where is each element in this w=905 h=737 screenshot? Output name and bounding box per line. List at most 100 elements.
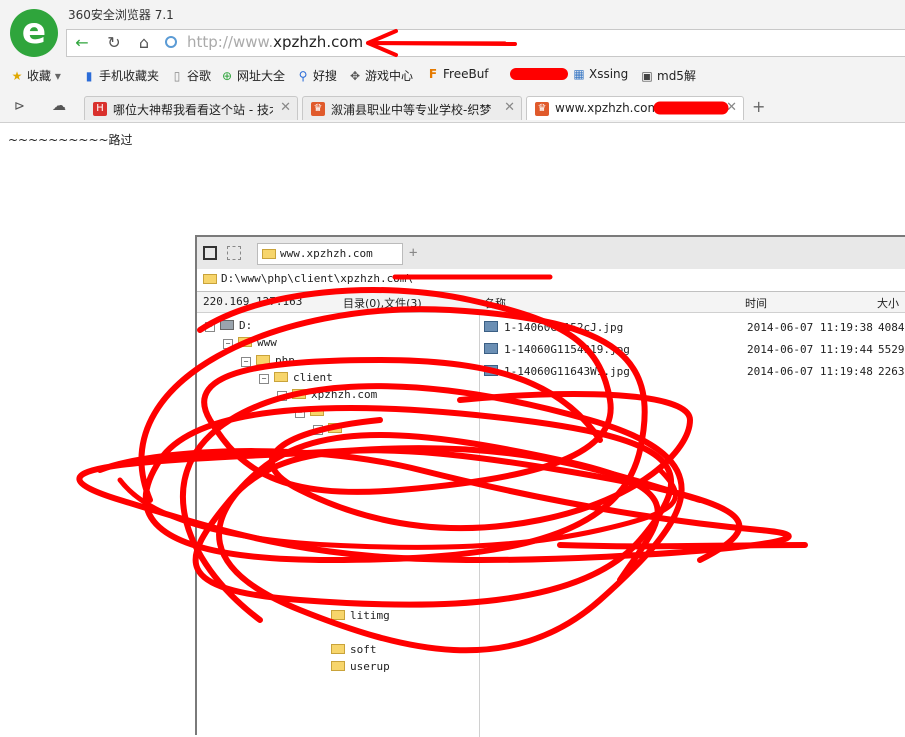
url-prefix: http://www. [187, 33, 274, 51]
file-size: 55291 [878, 343, 905, 356]
tab-strip: ⊳ ☁ H 哪位大神帮我看看这个站 - 技术 ✕ ♛ 溆浦县职业中等专业学校-织… [0, 94, 905, 122]
collapse-icon[interactable]: − [259, 374, 269, 384]
tree-node-label: soft [350, 643, 377, 656]
select-icon [227, 246, 241, 260]
folder-icon [256, 355, 270, 365]
file-name: 1-14060G1152cJ.jpg [504, 321, 624, 334]
close-icon[interactable]: ✕ [726, 100, 737, 115]
new-tab-plus-icon[interactable]: + [752, 97, 765, 116]
window-title: 360安全浏览器 7.1 [68, 8, 174, 22]
file-size: 22630 [878, 365, 905, 378]
collapse-icon[interactable]: − [223, 339, 233, 349]
page-body-text: ~~~~~~~~~~路过 [8, 133, 133, 147]
folder-icon [331, 644, 345, 654]
folder-icon [262, 249, 276, 259]
page-icon: ▯ [173, 69, 181, 83]
folder-icon [328, 423, 342, 433]
tab-1[interactable]: H 哪位大神帮我看看这个站 - 技术 ✕ [84, 96, 298, 120]
bookmark-freebuf[interactable]: F FreeBuf [426, 67, 489, 81]
collapse-icon[interactable]: − [205, 322, 215, 332]
file-row[interactable]: 1-14060G1154919.jpg 2014-06-07 11:19:44 55… [484, 343, 905, 356]
collapse-icon[interactable]: − [241, 357, 251, 367]
address-bar[interactable]: http://www.xpzhzh.com [187, 33, 363, 51]
image-file-icon [484, 343, 498, 354]
back-arrow-icon[interactable]: ← [69, 30, 95, 56]
chevron-down-icon[interactable]: ▾ [55, 69, 61, 83]
home-icon[interactable]: ⌂ [131, 30, 157, 56]
bookmark-mobile[interactable]: ▮ 手机收藏夹 [82, 67, 159, 84]
cloud-icon[interactable]: ☁ [52, 98, 66, 114]
gamepad-icon: ✥ [349, 69, 361, 83]
tab-favicon-icon: ♛ [311, 102, 325, 116]
collapse-icon[interactable]: − [313, 425, 323, 435]
shot-path-bar: D:\www\php\client\xpzhzh.com\ [197, 269, 905, 292]
tab-favicon-icon: ♛ [535, 102, 549, 116]
file-time: 2014-06-07 11:19:38 [747, 321, 873, 334]
file-time: 2014-06-07 11:19:44 [747, 343, 873, 356]
file-row[interactable]: 1-14060G1152cJ.jpg 2014-06-07 11:19:38 408… [484, 321, 905, 334]
tab-3-active[interactable]: ♛ www.xpzhzh.com/ ✕ [526, 96, 744, 120]
freebuf-icon: F [428, 67, 438, 81]
tree-node[interactable]: − client [259, 371, 333, 384]
browser-logo-icon: e [10, 9, 58, 57]
bookmark-xssing[interactable]: ▦ Xssing [572, 67, 628, 81]
image-file-icon [484, 365, 498, 376]
navigation-bar: ← ↻ ⌂ http://www.xpzhzh.com [66, 29, 905, 57]
close-icon[interactable]: ✕ [504, 100, 515, 115]
tree-node-label: www [257, 336, 277, 349]
url-domain: xpzhzh.com [273, 33, 364, 51]
file-size: 40841 [878, 321, 905, 334]
sidebar-toggle-icon[interactable]: ⊳ [14, 99, 25, 114]
shot-toolbar: www.xpzhzh.com + [197, 237, 905, 270]
shot-tab: www.xpzhzh.com [257, 243, 403, 265]
xssing-icon: ▦ [573, 67, 585, 81]
tree-node-label: userup [350, 660, 390, 673]
folder-icon [203, 274, 217, 284]
folder-icon [238, 337, 252, 347]
tree-node[interactable]: soft [331, 643, 377, 656]
tree-node[interactable]: − php [241, 354, 295, 367]
close-icon[interactable]: ✕ [280, 100, 291, 115]
refresh-icon[interactable]: ↻ [101, 30, 127, 56]
tree-node[interactable]: − [295, 405, 329, 418]
bookmark-google[interactable]: ▯ 谷歌 [170, 67, 211, 84]
tree-node[interactable]: − [313, 422, 347, 435]
file-name: 1-14060G1154919.jpg [504, 343, 630, 356]
tree-node[interactable]: userup [331, 660, 390, 673]
folder-icon [310, 406, 324, 416]
tree-node-label: litimg [350, 609, 390, 622]
shot-column-headers: 220.169.127.163 目录(0),文件(3) 名称 时间 大小 [197, 292, 905, 313]
tree-node[interactable]: litimg [331, 609, 390, 622]
panel-icon [203, 246, 217, 260]
bookmark-games[interactable]: ✥ 游戏中心 [348, 67, 413, 84]
star-icon: ★ [11, 69, 23, 83]
globe-icon [165, 36, 177, 48]
file-row[interactable]: 1-14060G11643W9.jpg 2014-06-07 11:19:48 22… [484, 365, 905, 378]
tab-2[interactable]: ♛ 溆浦县职业中等专业学校-织梦 ✕ [302, 96, 522, 120]
md5-icon: ▣ [641, 69, 653, 83]
folder-tree: − D: − www − php − client − xpzhzh.com − − litimg sof… [197, 313, 480, 737]
tree-node[interactable]: − xpzhzh.com [277, 388, 377, 401]
folder-icon [331, 661, 345, 671]
folder-icon [331, 610, 345, 620]
bookmark-hao[interactable]: ⊕ 网址大全 [220, 67, 285, 84]
bookmark-md5[interactable]: ▣ md5解 [640, 67, 696, 84]
add-tab-icon: + [409, 245, 418, 261]
tree-node[interactable]: − D: [205, 319, 252, 332]
bookmark-haosou[interactable]: ⚲ 好搜 [296, 67, 337, 84]
drive-icon [220, 320, 234, 330]
tab-favicon-icon: H [93, 102, 107, 116]
file-time: 2014-06-07 11:19:48 [747, 365, 873, 378]
collapse-icon[interactable]: − [295, 408, 305, 418]
plus-globe-icon: ⊕ [221, 69, 233, 83]
tree-node[interactable]: − www [223, 336, 277, 349]
folder-icon [274, 372, 288, 382]
tree-node-label: client [293, 371, 333, 384]
collapse-icon[interactable]: − [277, 391, 287, 401]
bookmark-favorites[interactable]: ★ 收藏 ▾ [10, 67, 61, 84]
tree-node-label: xpzhzh.com [311, 388, 378, 401]
embedded-screenshot: www.xpzhzh.com + D:\www\php\client\xpzhz… [195, 235, 905, 737]
tree-node-label: D: [239, 319, 253, 332]
bookmarks-bar: ★ 收藏 ▾ ▮ 手机收藏夹 ▯ 谷歌 ⊕ 网址大全 ⚲ 好搜 ✥ 游戏中心 F FreeBu… [0, 64, 905, 86]
tree-node-label: php [275, 354, 295, 367]
